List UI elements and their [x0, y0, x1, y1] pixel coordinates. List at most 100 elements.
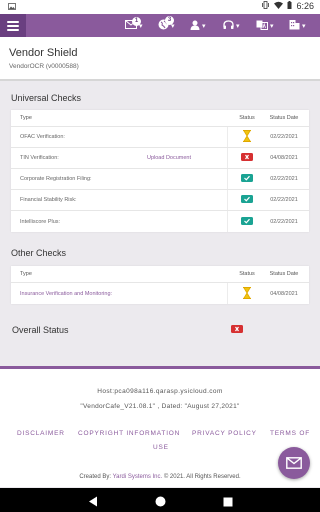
table-header-row: Type Status Status Date [11, 110, 309, 127]
check-type: TIN Verification: [20, 155, 59, 161]
status-date: 02/22/2021 [270, 176, 298, 182]
status-cell [234, 216, 260, 227]
check-type: OFAC Verification: [20, 134, 65, 140]
table-row: Intelliscore Plus: 02/22/2021 [11, 211, 309, 232]
table-row: OFAC Verification: 02/22/2021 [11, 127, 309, 148]
column-header-status-date: Status Date [269, 115, 299, 121]
other-checks-table: Type Status Status Date Insurance Verifi… [11, 266, 309, 304]
universal-checks-table: Type Status Status Date OFAC Verificatio… [11, 110, 309, 232]
user-icon [190, 20, 200, 33]
status-cell [234, 153, 260, 163]
status-cell [234, 129, 260, 144]
table-row: TIN Verification: Upload Document 04/08/20… [11, 148, 309, 169]
table-row: Corporate Registration Filing: 02/22/2021 [11, 169, 309, 190]
mail-icon [286, 457, 302, 469]
status-date: 04/08/2021 [270, 155, 298, 161]
table-row: Financial Stability Risk: 02/22/2021 [11, 190, 309, 211]
terms-of-use-link-line2: USE [153, 444, 169, 451]
page-title: Vendor Shield [9, 47, 78, 59]
vendor-id: VendorOCR (v0000588) [9, 63, 79, 70]
status-cell [234, 286, 260, 301]
column-header-status-date: Status Date [269, 271, 299, 277]
overall-status-label: Overall Status [12, 325, 69, 335]
page-header: Vendor Shield VendorOCR (v0000588) [0, 37, 320, 81]
translate-icon [256, 20, 268, 33]
top-navigation: 1 ▾ 3 ▾ ▾ ▾ ▾ ▾ [0, 14, 320, 37]
check-type: Intelliscore Plus: [20, 218, 61, 225]
check-type: Corporate Registration Filing: [20, 176, 92, 182]
notifications-count-badge: 3 [165, 16, 174, 25]
column-header-status: Status [239, 271, 255, 277]
column-header-type: Type [20, 115, 32, 121]
building-icon [289, 19, 300, 33]
terms-of-use-link[interactable]: TERMS OF [270, 430, 310, 437]
chevron-down-icon: ▾ [202, 23, 206, 30]
check-type: Financial Stability Risk: [20, 197, 77, 203]
status-cell [234, 195, 260, 205]
copyright-text: Created By: Yardi Systems Inc. © 2021. A… [0, 474, 320, 480]
status-cell [234, 174, 260, 184]
column-divider [227, 169, 228, 189]
universal-checks-title: Universal Checks [11, 93, 82, 103]
column-divider [227, 190, 228, 210]
back-icon[interactable] [88, 494, 98, 512]
terms-of-use-link-continued[interactable]: USE [153, 444, 169, 451]
wifi-icon [274, 1, 284, 11]
support-menu[interactable]: ▾ [223, 18, 240, 34]
status-fail-icon [241, 153, 253, 161]
column-divider [227, 283, 228, 304]
copyright-information-link[interactable]: COPYRIGHT INFORMATION [78, 430, 180, 437]
status-date: 04/08/2021 [270, 290, 298, 297]
status-pending-hourglass-icon [242, 286, 252, 299]
status-ok-icon [241, 174, 253, 182]
footer: Host:pca098a116.qarasp.ysicloud.com "Ven… [0, 369, 320, 487]
status-date: 02/22/2021 [270, 218, 298, 225]
hamburger-menu-button[interactable] [0, 14, 26, 37]
status-date: 02/22/2021 [270, 197, 298, 203]
terms-of-use-link-line1: TERMS OF [270, 430, 310, 437]
version-info: "VendorCafe_V21.08.1" , Dated: "August 2… [80, 403, 240, 410]
table-row: Insurance Verification and Monitoring: 04… [11, 283, 309, 304]
upload-document-link[interactable]: Upload Document [147, 155, 191, 161]
chevron-down-icon: ▾ [270, 23, 274, 30]
status-bar: 6:26 [0, 0, 320, 14]
host-info: Host:pca098a116.qarasp.ysicloud.com [97, 388, 223, 395]
notifications-menu[interactable]: 3 ▾ [158, 16, 175, 34]
column-header-status: Status [239, 115, 255, 121]
messages-count-badge: 1 [132, 17, 141, 26]
company-menu[interactable]: ▾ [289, 18, 306, 34]
status-ok-icon [241, 216, 253, 225]
battery-icon [287, 1, 292, 11]
language-menu[interactable]: ▾ [256, 18, 274, 34]
headset-icon [223, 19, 234, 33]
messages-menu[interactable]: 1 ▾ [125, 17, 143, 34]
globe-icon: 3 [158, 16, 174, 33]
chevron-down-icon: ▾ [236, 23, 240, 30]
clock: 6:26 [296, 1, 314, 11]
column-divider [227, 148, 228, 168]
status-ok-icon [241, 195, 253, 203]
status-pending-hourglass-icon [242, 129, 252, 143]
column-header-type: Type [20, 271, 32, 277]
recents-icon[interactable] [223, 494, 233, 512]
chevron-down-icon: ▾ [302, 23, 306, 30]
disclaimer-link[interactable]: DISCLAIMER [17, 430, 65, 437]
overall-status-fail-icon [231, 325, 243, 333]
column-divider [227, 127, 228, 147]
photo-icon [8, 2, 16, 12]
copyright-suffix: © 2021. All Rights Reserved. [163, 474, 241, 480]
column-divider [227, 211, 228, 232]
system-navigation-bar [0, 488, 320, 512]
vibrate-icon [261, 1, 270, 11]
check-type-link[interactable]: Insurance Verification and Monitoring: [20, 291, 112, 297]
message-fab-button[interactable] [278, 447, 310, 479]
user-menu[interactable]: ▾ [190, 18, 206, 34]
status-date: 02/22/2021 [270, 134, 298, 140]
table-header-row: Type Status Status Date [11, 266, 309, 283]
yardi-link[interactable]: Yardi Systems Inc. [113, 474, 163, 480]
other-checks-title: Other Checks [11, 248, 67, 258]
mail-icon: 1 [125, 17, 141, 32]
privacy-policy-link[interactable]: PRIVACY POLICY [192, 430, 257, 437]
copyright-prefix: Created By: [79, 474, 112, 480]
home-icon[interactable] [155, 494, 166, 512]
